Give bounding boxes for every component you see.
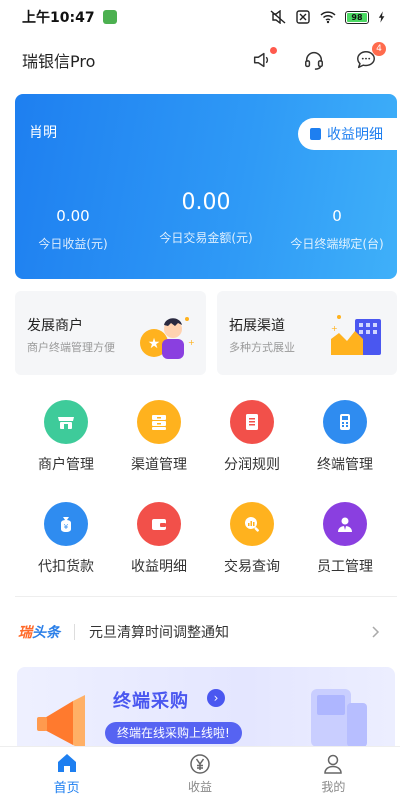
banner-title: 终端采购	[113, 691, 189, 712]
messages-button[interactable]: 4	[354, 42, 386, 72]
svg-text:★: ★	[148, 336, 161, 352]
grid-label: 代扣货款	[38, 559, 94, 575]
nav-income[interactable]: 收益	[133, 747, 266, 800]
ticker-brand-part1: 瑞	[18, 625, 32, 641]
store-icon	[44, 400, 88, 444]
battery-icon: 98	[345, 10, 369, 24]
feature-subtitle: 多种方式展业	[229, 341, 295, 354]
grid-label: 收益明细	[131, 559, 187, 575]
status-time: 上午10:47	[22, 10, 95, 26]
announcement-button[interactable]	[250, 47, 277, 72]
no-sim-icon	[296, 10, 310, 24]
feature-title: 拓展渠道	[229, 318, 285, 334]
terminal-purchase-banner[interactable]: 终端采购 › 终端在线采购上线啦!	[17, 667, 395, 747]
grid-label: 分润规则	[224, 457, 280, 473]
income-detail-label: 收益明细	[327, 127, 383, 143]
merchant-name: 肖明	[29, 125, 57, 141]
divider	[15, 596, 397, 597]
yen-icon	[190, 753, 210, 774]
growth-chart-icon: +	[331, 315, 381, 355]
feature-subtitle: 商户终端管理方便	[27, 341, 115, 354]
grid-terminal-management[interactable]: 终端管理	[305, 400, 385, 480]
battery-level: 98	[351, 12, 363, 22]
pos-device-icon	[311, 689, 367, 747]
grid-label: 渠道管理	[131, 457, 187, 473]
ticker-brand-logo: 瑞头条	[18, 622, 60, 642]
grid-label: 终端管理	[317, 457, 373, 473]
headset-icon	[305, 52, 323, 70]
channel-icon	[137, 400, 181, 444]
news-ticker[interactable]: 瑞头条 元旦清算时间调整通知	[0, 615, 400, 649]
grid-staff-management[interactable]: 员工管理	[305, 502, 385, 582]
grid-profit-rules[interactable]: 分润规则	[212, 400, 292, 480]
grid-income-detail[interactable]: 收益明细	[119, 502, 199, 582]
mute-icon	[270, 10, 286, 24]
nav-label: 首页	[53, 780, 80, 796]
expand-channel-card[interactable]: 拓展渠道 多种方式展业 +	[217, 291, 397, 375]
staff-icon	[323, 502, 367, 546]
grid-merchant-management[interactable]: 商户管理	[26, 400, 106, 480]
user-icon	[324, 754, 343, 774]
svg-text:+: +	[188, 338, 194, 347]
announcement-dot	[270, 47, 277, 54]
nav-mine[interactable]: 我的	[267, 747, 400, 800]
banner-subtitle: 终端在线采购上线啦!	[105, 722, 242, 744]
message-count-badge: 4	[372, 42, 386, 56]
charging-icon	[378, 11, 385, 23]
wallet-small-icon	[310, 128, 321, 140]
feature-title: 发展商户	[27, 318, 83, 334]
ticker-separator	[74, 624, 75, 640]
grid-label: 员工管理	[317, 559, 373, 575]
pos-terminal-icon	[323, 400, 367, 444]
stat-today-income[interactable]: 0.00 今日收益(元)	[25, 207, 121, 252]
ticker-headline[interactable]: 元旦清算时间调整通知	[89, 622, 229, 642]
app-title: 瑞银信Pro	[22, 52, 96, 71]
nav-home[interactable]: 首页	[0, 747, 133, 800]
develop-merchant-card[interactable]: 发展商户 商户终端管理方便 ★ +	[15, 291, 206, 375]
document-icon	[230, 400, 274, 444]
stat-today-transaction[interactable]: 0.00 今日交易金额(元)	[155, 190, 257, 246]
search-chart-icon	[230, 502, 274, 546]
stat-value: 0.00	[56, 207, 90, 225]
stat-label: 今日终端绑定(台)	[290, 237, 384, 251]
app-notification-icon	[102, 10, 117, 24]
status-icons: 98	[270, 10, 386, 24]
income-detail-button[interactable]: 收益明细	[298, 118, 397, 150]
header-actions: 4	[250, 42, 386, 72]
status-bar: 上午10:47 98	[0, 0, 400, 34]
grid-channel-management[interactable]: 渠道管理	[119, 400, 199, 480]
grid-transaction-query[interactable]: 交易查询	[212, 502, 292, 582]
stat-value: 0	[332, 207, 342, 225]
grid-label: 交易查询	[224, 559, 280, 575]
summary-card: 肖明 收益明细 0.00 今日收益(元) 0.00 今日交易金额(元) 0 今日…	[15, 94, 397, 279]
wallet-icon	[137, 502, 181, 546]
money-bag-icon: ¥	[44, 502, 88, 546]
grid-label: 商户管理	[38, 457, 94, 473]
stat-label: 今日收益(元)	[38, 237, 108, 251]
ticker-brand-part2: 头条	[32, 625, 60, 641]
nav-label: 收益	[187, 779, 212, 794]
arrow-right-icon: ›	[207, 689, 225, 707]
stat-today-terminal-binding[interactable]: 0 今日终端绑定(台)	[285, 207, 389, 252]
megaphone-icon	[37, 695, 85, 747]
bottom-nav: 首页 收益 我的	[0, 746, 400, 800]
chevron-right-icon	[372, 626, 380, 638]
merchant-person-icon: ★ +	[140, 317, 194, 359]
home-icon	[57, 753, 76, 772]
wifi-icon	[320, 11, 336, 24]
app-header: 瑞银信Pro 4	[0, 40, 400, 80]
svg-text:¥: ¥	[64, 523, 69, 531]
grid-withhold-payment[interactable]: ¥ 代扣货款	[26, 502, 106, 582]
stat-label: 今日交易金额(元)	[159, 231, 253, 245]
svg-text:+: +	[331, 324, 338, 333]
nav-label: 我的	[321, 779, 346, 794]
stat-value: 0.00	[181, 190, 231, 215]
customer-service-button[interactable]	[302, 48, 326, 72]
